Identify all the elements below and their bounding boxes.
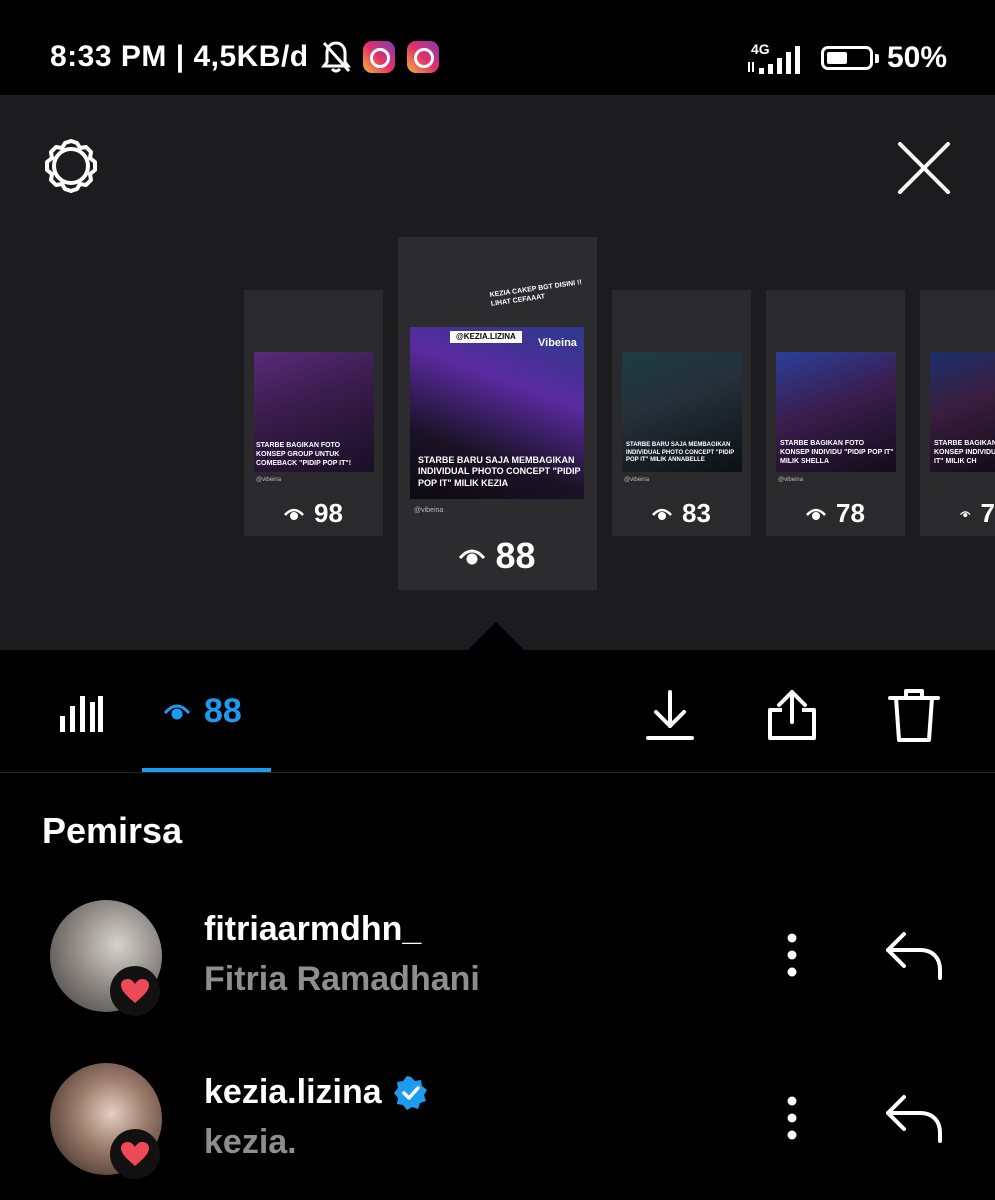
- download-icon[interactable]: [645, 688, 695, 742]
- battery-icon: [820, 46, 879, 70]
- liked-badge: [110, 1129, 160, 1179]
- battery-percent: 50%: [886, 41, 947, 74]
- tab-viewers-count: 88: [204, 692, 242, 730]
- story-viewer: STARBE BAGIKAN FOTO KONSEP GROUP UNTUK C…: [0, 95, 995, 650]
- story-view-count: 78: [836, 498, 865, 528]
- eye-icon: [960, 510, 971, 517]
- story-caption: STARBE BARU SAJA MEMBAGIKAN INDIVIDUAL P…: [418, 455, 581, 488]
- story-view-count: 83: [682, 498, 711, 528]
- network-label: 4G: [751, 41, 770, 57]
- story-view-count: 7: [980, 498, 995, 528]
- viewer-row[interactable]: fitriaarmdhn_ Fitria Ramadhani: [0, 900, 995, 1020]
- tab-viewers[interactable]: 88: [142, 650, 271, 772]
- active-story-pointer: [466, 622, 526, 652]
- eye-icon: [459, 549, 486, 565]
- story-caption: STARBE BAGIKAN FOTO KONSEP GROUP UNTUK C…: [256, 442, 352, 467]
- instagram-icon: [362, 41, 395, 73]
- story-views: 88: [398, 535, 597, 577]
- reply-icon[interactable]: [884, 1093, 944, 1145]
- story-caption: STARBE BAGIKAN FOTO KONSEP INDIVIDU "PID…: [780, 440, 894, 465]
- share-icon[interactable]: [766, 688, 818, 742]
- story-handle: @vibeina: [624, 477, 650, 483]
- close-icon[interactable]: [896, 140, 952, 196]
- more-icon[interactable]: [780, 932, 804, 978]
- story-views: 83: [612, 498, 751, 529]
- heart-icon: [121, 979, 149, 1003]
- story-action-bar: 88: [0, 650, 995, 773]
- story-views: 98: [244, 498, 383, 529]
- story-thumbnail[interactable]: STARBE BAGIKAN FOTO KONSEP INDIVIDU "PID…: [766, 290, 905, 536]
- mute-bell-icon: [320, 41, 351, 73]
- verified-icon: [393, 1075, 427, 1110]
- signal-icon: 4G: [747, 41, 800, 74]
- story-tag: @KEZIA.LIZINA: [450, 331, 522, 343]
- status-time-speed: 8:33 PM | 4,5KB/d: [50, 40, 309, 73]
- viewer-full-name: Fitria Ramadhani: [204, 960, 480, 998]
- status-right: 4G 50%: [747, 40, 947, 76]
- status-bar: 8:33 PM | 4,5KB/d 4G 50%: [0, 0, 995, 95]
- story-views: 7: [920, 498, 995, 529]
- eye-icon: [284, 508, 304, 520]
- battery-fill: [826, 52, 847, 64]
- story-handle: @vibeina: [778, 477, 804, 483]
- story-view-count: 98: [314, 498, 343, 528]
- story-views: 78: [766, 498, 905, 529]
- viewer-username: fitriaarmdhn_: [204, 910, 422, 948]
- story-overlay-text: KEZIA CAKEP BGT DISINI !! LIHAT CEFAAAT: [489, 279, 583, 308]
- stats-icon[interactable]: [58, 694, 104, 734]
- story-caption: STARBE BAGIKAN KONSEP INDIVIDU POP IT" M…: [934, 440, 995, 465]
- status-left: 8:33 PM | 4,5KB/d: [50, 40, 439, 74]
- instagram-icon: [406, 41, 439, 73]
- story-handle: @vibeina: [414, 507, 444, 514]
- viewer-username: kezia.lizina: [204, 1073, 382, 1111]
- gear-icon[interactable]: [42, 137, 100, 195]
- trash-icon[interactable]: [888, 688, 940, 744]
- viewer-username-wrap[interactable]: kezia.lizina: [204, 1073, 428, 1112]
- story-thumbnail-active[interactable]: KEZIA CAKEP BGT DISINI !! LIHAT CEFAAAT …: [398, 237, 597, 590]
- story-thumbnail[interactable]: STARBE BAGIKAN KONSEP INDIVIDU POP IT" M…: [920, 290, 995, 536]
- active-tab-indicator: [142, 768, 271, 772]
- story-thumbnail[interactable]: STARBE BARU SAJA MEMBAGIKAN INDIVIDUAL P…: [612, 290, 751, 536]
- section-title: Pemirsa: [42, 810, 183, 851]
- viewer-row[interactable]: kezia.lizina kezia.: [0, 1063, 995, 1183]
- eye-icon: [806, 508, 826, 520]
- story-caption: STARBE BARU SAJA MEMBAGIKAN INDIVIDUAL P…: [626, 442, 735, 463]
- viewer-username-wrap[interactable]: fitriaarmdhn_: [204, 910, 421, 949]
- story-handle: @vibeina: [256, 477, 282, 483]
- reply-icon[interactable]: [884, 930, 944, 982]
- story-view-count: 88: [495, 535, 536, 576]
- eye-icon: [652, 508, 672, 520]
- viewer-full-name: kezia.: [204, 1123, 297, 1161]
- more-icon[interactable]: [780, 1095, 804, 1141]
- story-thumbnail[interactable]: STARBE BAGIKAN FOTO KONSEP GROUP UNTUK C…: [244, 290, 383, 536]
- liked-badge: [110, 966, 160, 1016]
- heart-icon: [121, 1142, 149, 1166]
- story-brand: Vibeina: [538, 337, 577, 349]
- eye-icon: [164, 704, 190, 720]
